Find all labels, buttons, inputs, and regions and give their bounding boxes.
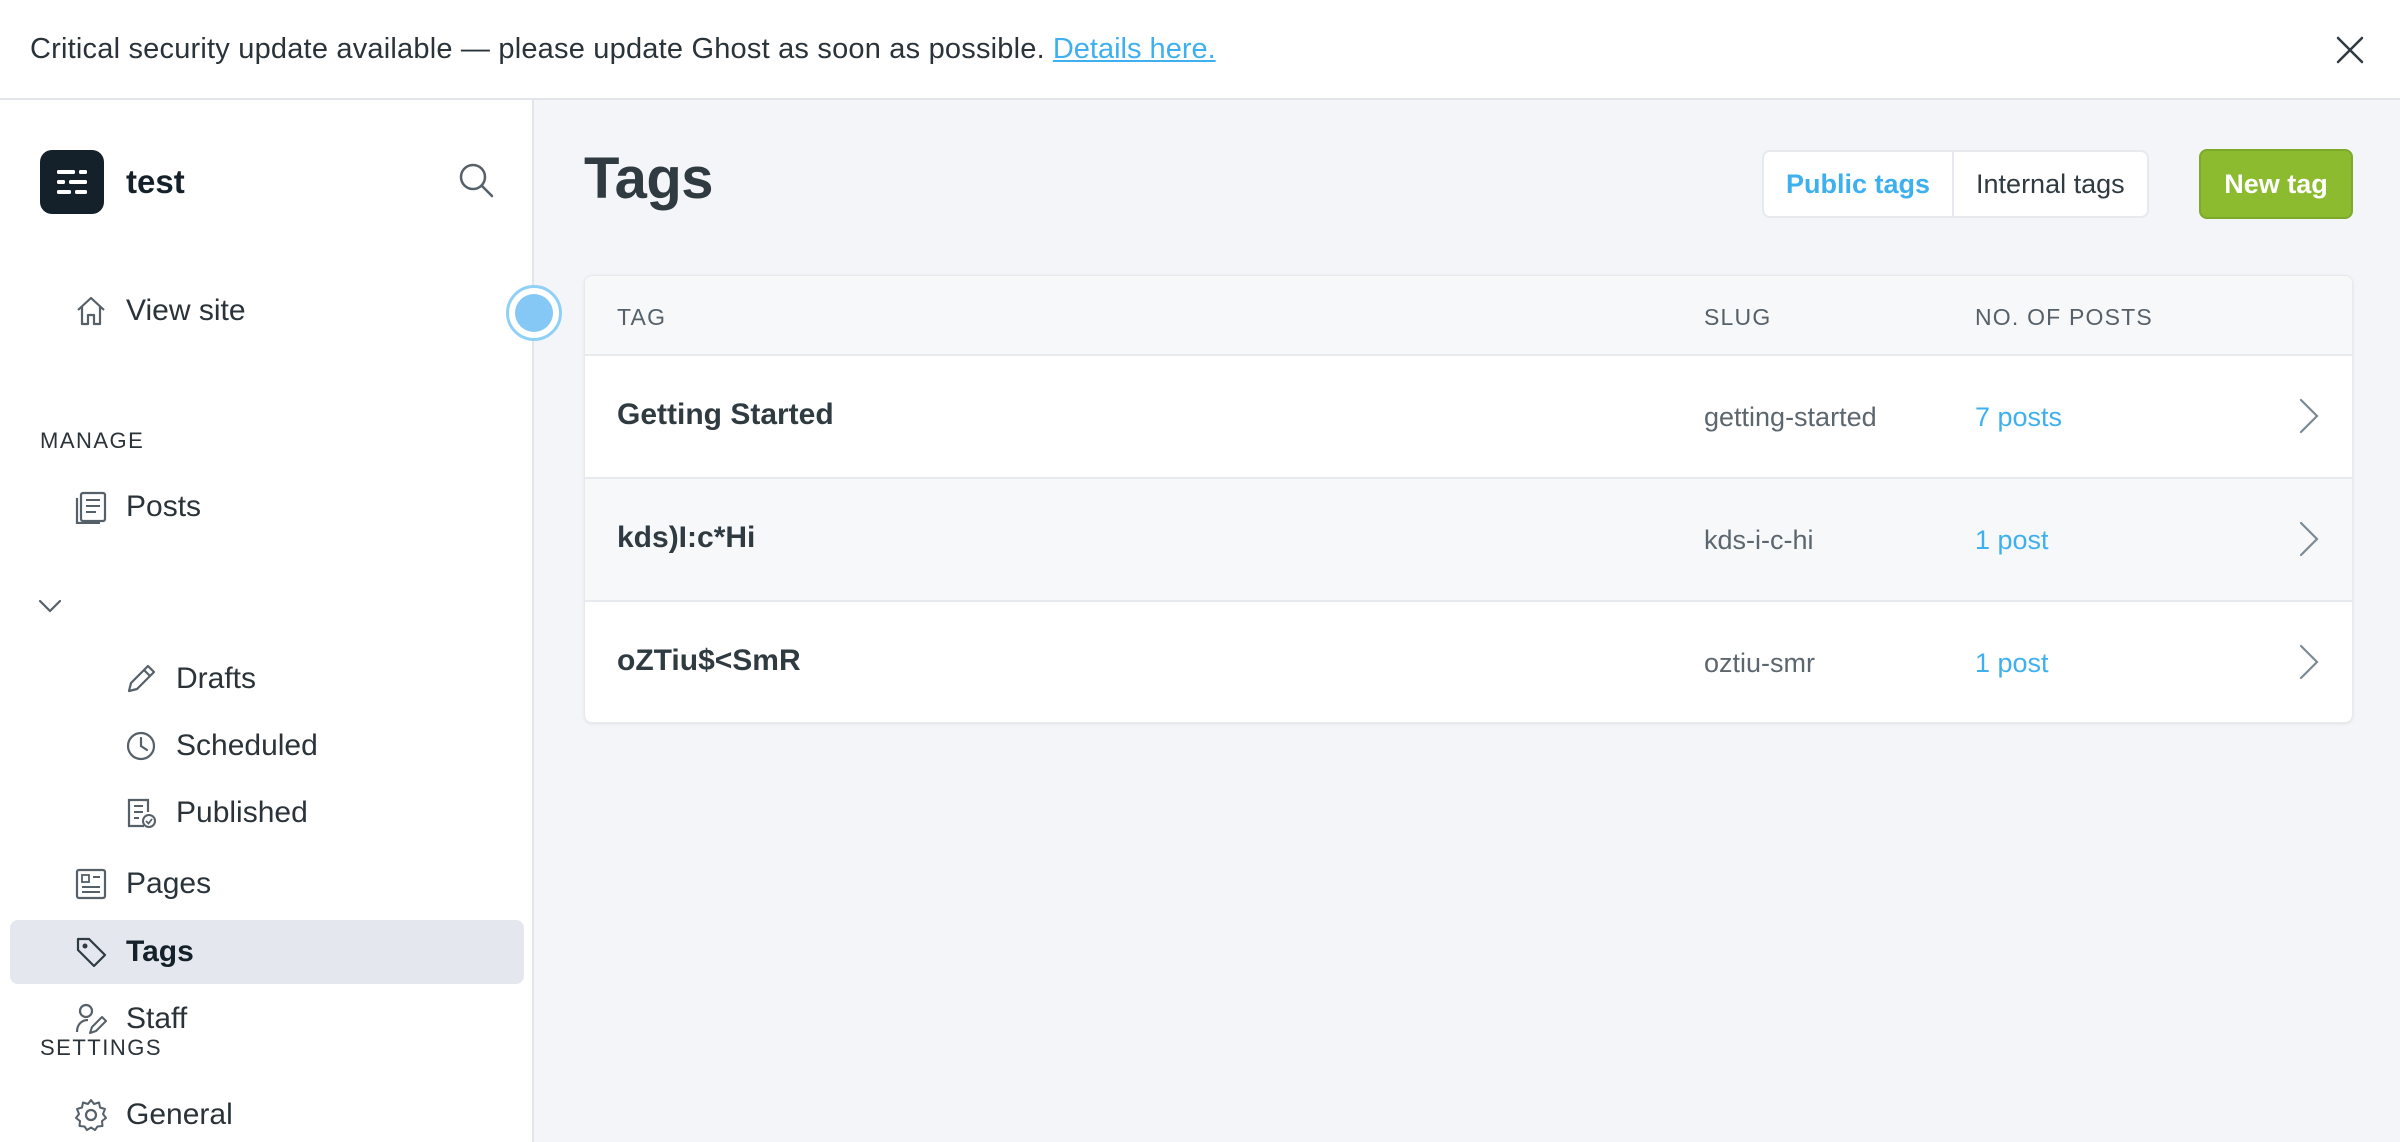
onboarding-pulse-indicator[interactable] — [506, 285, 562, 341]
nav-published-label: Published — [176, 796, 308, 829]
tab-public-tags[interactable]: Public tags — [1764, 152, 1955, 216]
tag-name: oZTiu$<SmR — [617, 644, 801, 677]
nav-drafts[interactable]: Drafts — [122, 660, 256, 698]
page-title: Tags — [584, 146, 714, 211]
manage-section-label: MANAGE — [40, 428, 145, 453]
published-icon — [122, 794, 160, 832]
settings-section-label: SETTINGS — [40, 1035, 163, 1060]
nav-drafts-label: Drafts — [176, 662, 257, 695]
tag-post-count-link[interactable]: 1 post — [1975, 648, 2049, 679]
nav-scheduled[interactable]: Scheduled — [122, 727, 318, 765]
chevron-right-icon — [2299, 521, 2319, 557]
nav-tags-label: Tags — [126, 935, 194, 968]
banner-message: Critical security update available — ple… — [30, 32, 1045, 65]
tag-name: Getting Started — [617, 398, 834, 431]
tag-slug: oztiu-smr — [1704, 648, 1816, 678]
nav-tags[interactable]: Tags — [10, 920, 524, 984]
chevron-right-icon — [2299, 398, 2319, 434]
pulse-dot — [515, 294, 553, 332]
ghost-logo-icon — [40, 150, 104, 214]
sidebar: test View site MANAGE Posts Drafts Sched… — [0, 100, 534, 1142]
posts-icon — [72, 488, 110, 526]
pages-icon — [72, 865, 110, 903]
tag-visibility-toggle: Public tags Internal tags — [1762, 150, 2149, 218]
nav-scheduled-label: Scheduled — [176, 729, 318, 762]
pencil-icon — [122, 660, 160, 698]
security-banner: Critical security update available — ple… — [0, 0, 2400, 100]
site-name: test — [126, 163, 185, 200]
tab-internal-tags[interactable]: Internal tags — [1954, 152, 2147, 216]
tags-table: TAG SLUG NO. OF POSTS Getting Started ge… — [584, 275, 2353, 723]
header-slug: SLUG — [1704, 304, 1772, 330]
nav-staff-label: Staff — [126, 1002, 188, 1035]
nav-general[interactable]: General — [72, 1096, 233, 1134]
tag-slug: getting-started — [1704, 402, 1877, 432]
header-posts: NO. OF POSTS — [1975, 304, 2153, 330]
nav-staff[interactable]: Staff — [72, 1000, 187, 1038]
table-header: TAG SLUG NO. OF POSTS — [585, 276, 2352, 356]
table-row[interactable]: Getting Started getting-started 7 posts — [585, 356, 2352, 479]
nav-pages[interactable]: Pages — [72, 865, 211, 903]
gear-icon — [72, 1096, 110, 1134]
staff-icon — [72, 1000, 110, 1038]
tag-post-count-link[interactable]: 7 posts — [1975, 402, 2062, 433]
brand[interactable]: test — [40, 150, 185, 214]
new-tag-button[interactable]: New tag — [2199, 149, 2353, 219]
tag-icon — [72, 933, 110, 971]
chevron-down-icon[interactable] — [36, 592, 64, 620]
nav-view-site[interactable]: View site — [72, 292, 246, 330]
chevron-right-icon — [2299, 644, 2319, 680]
header-tag: TAG — [617, 304, 667, 330]
search-icon[interactable] — [456, 160, 496, 200]
banner-details-link[interactable]: Details here. — [1053, 33, 1216, 66]
clock-icon — [122, 727, 160, 765]
nav-posts-label: Posts — [126, 490, 202, 523]
nav-posts[interactable]: Posts — [72, 488, 201, 526]
home-icon — [72, 292, 110, 330]
tag-post-count-link[interactable]: 1 post — [1975, 525, 2049, 556]
tag-name: kds)I:c*Hi — [617, 521, 756, 554]
nav-general-label: General — [126, 1098, 233, 1131]
nav-pages-label: Pages — [126, 867, 212, 900]
tag-slug: kds-i-c-hi — [1704, 525, 1814, 555]
table-row[interactable]: kds)I:c*Hi kds-i-c-hi 1 post — [585, 479, 2352, 602]
table-row[interactable]: oZTiu$<SmR oztiu-smr 1 post — [585, 602, 2352, 722]
nav-view-site-label: View site — [126, 294, 246, 327]
nav-published[interactable]: Published — [122, 794, 308, 832]
close-icon[interactable] — [2330, 30, 2370, 70]
